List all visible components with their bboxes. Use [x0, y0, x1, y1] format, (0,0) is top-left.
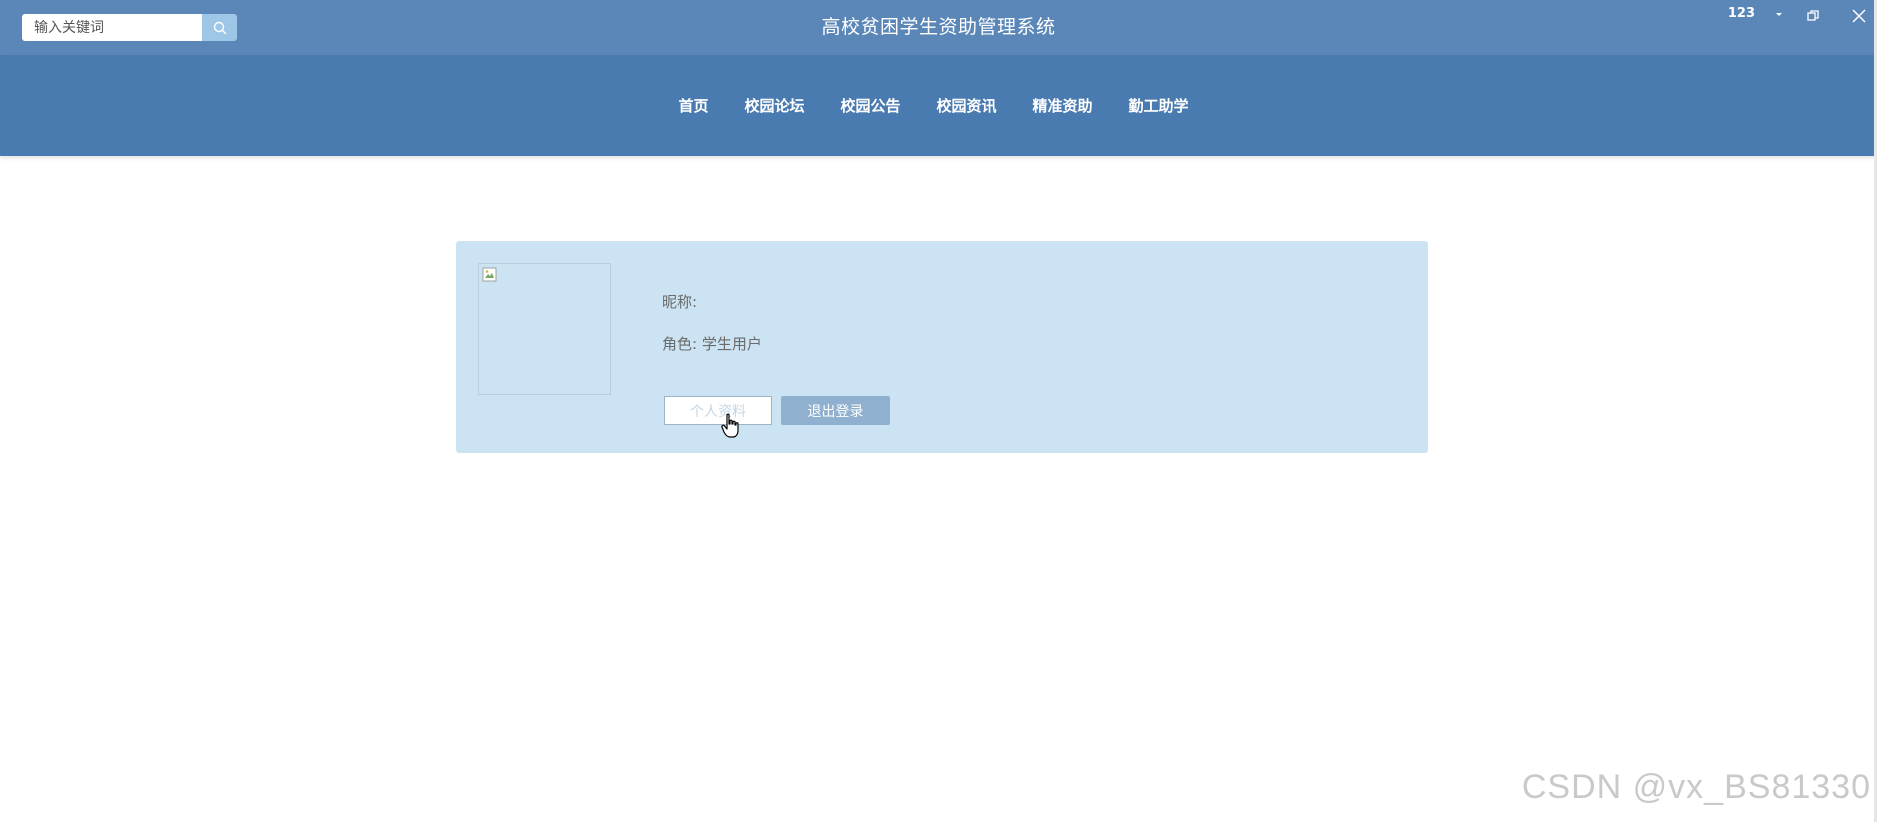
restore-window-icon[interactable] [1807, 10, 1819, 22]
chevron-down-icon[interactable] [1775, 12, 1783, 18]
profile-button[interactable]: 个人资料 [664, 396, 772, 425]
hand-cursor-icon [721, 413, 739, 438]
role-label: 角色: 学生用户 [662, 335, 762, 353]
nav-item-targeted-aid[interactable]: 精准资助 [1015, 95, 1111, 116]
page-title: 高校贫困学生资助管理系统 [821, 16, 1056, 38]
logout-button[interactable]: 退出登录 [781, 396, 890, 425]
profile-card: 昵称: 角色: 学生用户 个人资料 退出登录 [456, 241, 1428, 453]
main-nav: 首页 校园论坛 校园公告 校园资讯 精准资助 勤工助学 [0, 55, 1877, 156]
broken-image-icon [482, 267, 497, 282]
avatar [478, 263, 611, 395]
top-header: 高校贫困学生资助管理系统 123 [0, 0, 1877, 55]
close-icon[interactable] [1851, 8, 1867, 24]
nav-item-home[interactable]: 首页 [660, 95, 726, 116]
nav-item-announcements[interactable]: 校园公告 [822, 95, 918, 116]
nav-item-forum[interactable]: 校园论坛 [726, 95, 822, 116]
window-user-label[interactable]: 123 [1728, 6, 1755, 21]
watermark: CSDN @vx_BS81330 [1521, 768, 1871, 806]
nav-item-work-study[interactable]: 勤工助学 [1111, 95, 1207, 116]
nickname-label: 昵称: [662, 293, 698, 311]
nav-item-news[interactable]: 校园资讯 [919, 95, 1015, 116]
